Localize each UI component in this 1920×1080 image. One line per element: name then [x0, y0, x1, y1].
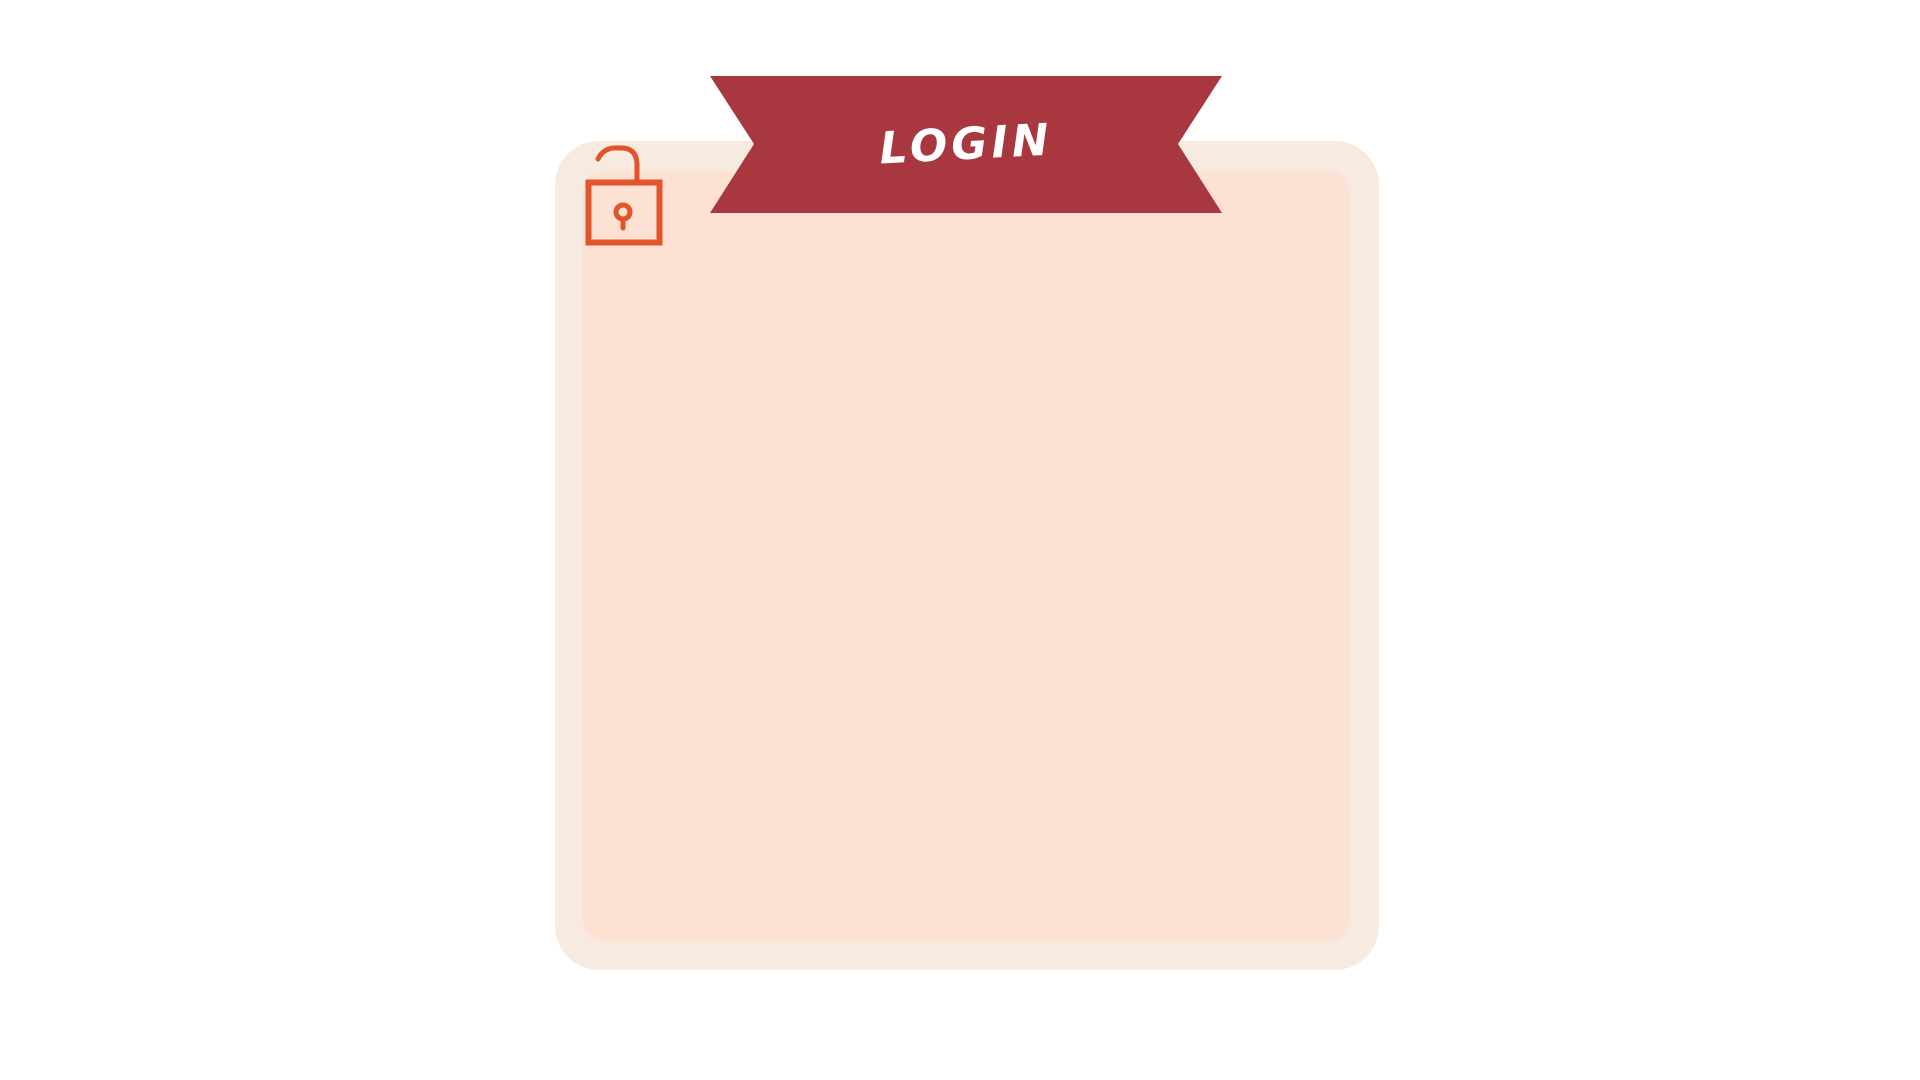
- login-banner: LOGIN: [710, 76, 1222, 213]
- unlocked-padlock-icon: [585, 142, 663, 247]
- login-card-panel: [583, 171, 1349, 941]
- banner-title: LOGIN: [878, 114, 1054, 175]
